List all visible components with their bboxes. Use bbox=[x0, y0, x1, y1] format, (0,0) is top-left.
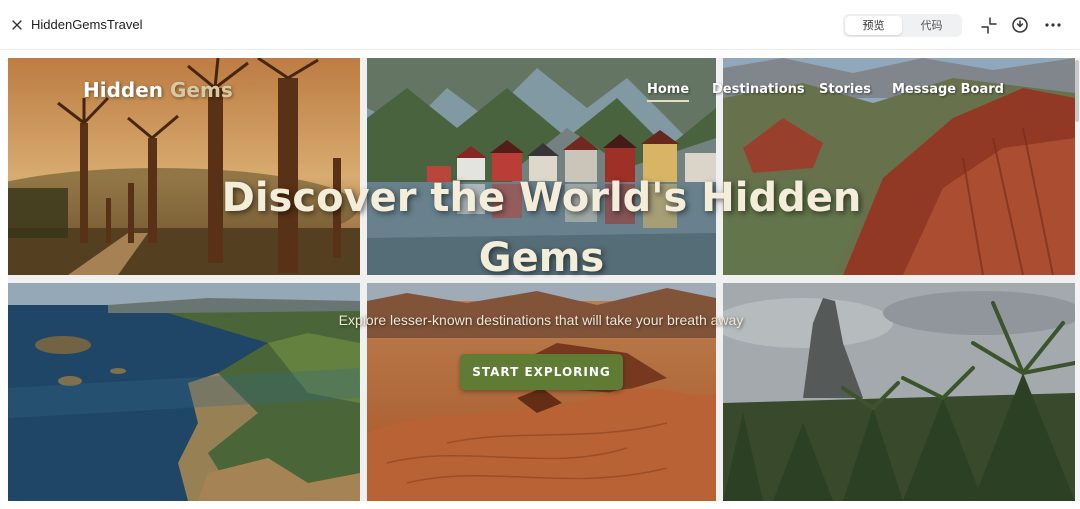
more-icon[interactable] bbox=[1043, 15, 1063, 35]
scrollbar-track bbox=[1075, 58, 1080, 501]
tab-preview[interactable]: 预览 bbox=[845, 16, 902, 35]
hero-title: Discover the World's Hidden Gems bbox=[221, 175, 862, 281]
nav-home[interactable]: Home bbox=[647, 82, 690, 102]
nav-stories[interactable]: Stories bbox=[819, 82, 871, 97]
scrollbar-thumb[interactable] bbox=[1075, 60, 1079, 122]
nav-message-board[interactable]: Message Board bbox=[892, 82, 1004, 97]
hero-subtitle: Explore lesser-known destinations that w… bbox=[338, 312, 744, 328]
logo-text-primary: Hidden bbox=[83, 78, 164, 102]
close-icon[interactable] bbox=[9, 17, 25, 33]
start-exploring-button[interactable]: START EXPLORING bbox=[460, 354, 623, 390]
collapse-icon[interactable] bbox=[979, 15, 999, 35]
app-toolbar: HiddenGemsTravel 预览 代码 bbox=[0, 0, 1080, 50]
nav-destinations[interactable]: Destinations bbox=[712, 82, 805, 97]
site-logo[interactable]: Hidden Gems bbox=[83, 78, 233, 102]
history-icon[interactable] bbox=[1010, 15, 1030, 35]
window-title: HiddenGemsTravel bbox=[31, 17, 143, 32]
hero-section: Hidden Gems Home Destinations Stories Me… bbox=[8, 58, 1075, 501]
view-mode-toggle: 预览 代码 bbox=[843, 14, 962, 37]
tab-code[interactable]: 代码 bbox=[903, 16, 960, 35]
logo-text-accent: Gems bbox=[170, 78, 233, 102]
